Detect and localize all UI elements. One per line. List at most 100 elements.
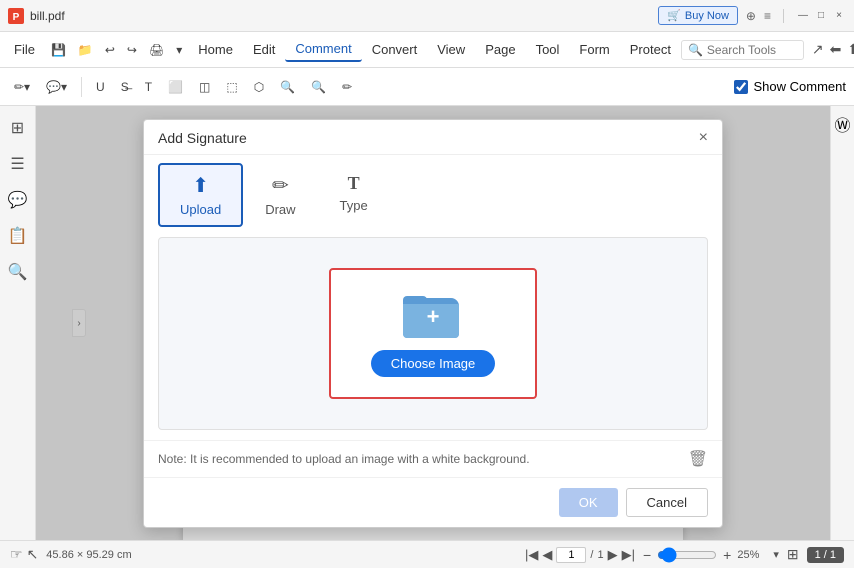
menu-protect[interactable]: Protect: [620, 38, 681, 61]
menu-tool[interactable]: Tool: [526, 38, 570, 61]
menu-convert[interactable]: Convert: [362, 38, 428, 61]
word-icon[interactable]: Ⓦ: [833, 114, 853, 134]
draw-tab-label: Draw: [265, 202, 295, 217]
menu-file[interactable]: File: [4, 38, 45, 61]
type-tab-icon: T: [348, 173, 360, 194]
toolbar-open[interactable]: 📁: [72, 40, 99, 60]
minimize-button[interactable]: —: [796, 9, 810, 23]
menu-comment[interactable]: Comment: [285, 37, 361, 62]
total-pages: 1: [597, 549, 603, 561]
shape-btn[interactable]: ⬚: [220, 77, 243, 97]
page-badge: 1 / 1: [807, 547, 844, 563]
dialog-title: Add Signature: [158, 130, 247, 146]
first-page-btn[interactable]: |◀: [525, 547, 538, 563]
show-comment-checkbox[interactable]: [734, 80, 748, 94]
choose-image-button[interactable]: Choose Image: [371, 350, 496, 377]
title-bar-actions: 🛒 Buy Now ⊕ ≡: [658, 6, 788, 25]
menu-home[interactable]: Home: [188, 38, 243, 61]
zoom-slider[interactable]: [657, 547, 717, 563]
cancel-button[interactable]: Cancel: [626, 488, 708, 517]
dialog-note: Note: It is recommended to upload an ima…: [144, 440, 722, 477]
search-input[interactable]: [707, 43, 797, 57]
separator1: [783, 9, 784, 23]
search-box[interactable]: 🔍: [681, 40, 804, 60]
draw-tab-icon: ✏: [272, 173, 289, 198]
menu-bar: File 💾 📁 ↩ ↪ 🖨 ▾ Home Edit Comment Conve…: [0, 32, 854, 68]
main-layout: ⊞ ☰ 💬 📋 🔍 › Wine Breather Carafe $59.95 …: [0, 106, 854, 540]
delete-icon[interactable]: 🗑: [688, 449, 708, 469]
cursor-arrow-icon[interactable]: ↖: [27, 546, 39, 563]
menu-view[interactable]: View: [427, 38, 475, 61]
window-controls[interactable]: — □ ×: [796, 9, 846, 23]
sidebar-right: Ⓦ: [830, 106, 854, 540]
sidebar-comments-icon[interactable]: 💬: [4, 186, 32, 214]
menu-right-icons: ↗ ⬅ ⬆: [812, 41, 854, 58]
ok-button[interactable]: OK: [559, 488, 618, 517]
highlighter-btn[interactable]: ✏▾: [8, 77, 36, 97]
last-page-btn[interactable]: ▶|: [622, 547, 635, 563]
folder-icon: +: [403, 290, 463, 338]
cursor-hand-icon[interactable]: ☞: [10, 546, 23, 563]
prev-page-btn[interactable]: ◀: [542, 547, 552, 563]
text-btn[interactable]: T: [139, 77, 158, 97]
zoom-controls: − + 25% ▾: [643, 547, 779, 563]
search2-btn[interactable]: 🔍: [305, 77, 332, 97]
zoom-dropdown-icon[interactable]: ▾: [773, 548, 779, 561]
sidebar-search-icon[interactable]: 🔍: [4, 258, 32, 286]
note-text: Note: It is recommended to upload an ima…: [158, 452, 530, 466]
pencil-btn[interactable]: ✏: [336, 77, 358, 97]
sidebar-bookmarks-icon[interactable]: ☰: [4, 150, 32, 178]
status-bar: ☞ ↖ 45.86 × 95.29 cm |◀ ◀ / 1 ▶ ▶| − + 2…: [0, 540, 854, 568]
close-button[interactable]: ×: [832, 9, 846, 23]
shape2-btn[interactable]: ⬡: [248, 77, 270, 97]
next-page-btn[interactable]: ▶: [608, 547, 618, 563]
dialog-close-button[interactable]: ×: [699, 130, 708, 146]
upload-tab-label: Upload: [180, 202, 221, 217]
dialog-header: Add Signature ×: [144, 120, 722, 155]
view-mode-button[interactable]: ⊞: [787, 546, 799, 563]
zoom-in-btn[interactable]: +: [723, 547, 731, 563]
search-icon: 🔍: [688, 43, 703, 57]
toolbar-print[interactable]: 🖨: [143, 40, 170, 60]
stamp-btn[interactable]: 🔍: [274, 77, 301, 97]
textbox-btn[interactable]: ⬜: [162, 77, 189, 97]
toolbar-redo[interactable]: ↪: [121, 40, 143, 60]
dimensions-display: 45.86 × 95.29 cm: [46, 549, 131, 561]
toolbar-save[interactable]: 💾: [45, 40, 72, 60]
content-area: › Wine Breather Carafe $59.95 KIVA DININ…: [36, 106, 830, 540]
comment-btn[interactable]: 💬▾: [40, 77, 73, 97]
folder-plus-icon: +: [427, 304, 440, 330]
toolbar-undo[interactable]: ↩: [99, 40, 121, 60]
underline-btn[interactable]: U: [90, 77, 111, 97]
callout-btn[interactable]: ◫: [193, 77, 216, 97]
upload-zone[interactable]: + Choose Image: [329, 268, 538, 399]
menu-edit[interactable]: Edit: [243, 38, 285, 61]
add-signature-dialog: Add Signature × ⬆ Upload ✏ Draw T T: [143, 119, 723, 528]
toolbar-more[interactable]: ▾: [170, 40, 188, 60]
tab-draw[interactable]: ✏ Draw: [243, 163, 317, 227]
sidebar-attachments-icon[interactable]: 📋: [4, 222, 32, 250]
strikethrough-btn[interactable]: S̶: [115, 77, 135, 97]
page-separator: /: [590, 549, 593, 561]
tab-type[interactable]: T Type: [318, 163, 390, 227]
buy-now-button[interactable]: 🛒 Buy Now: [658, 6, 738, 25]
zoom-value: 25%: [737, 549, 767, 561]
tab-upload[interactable]: ⬆ Upload: [158, 163, 243, 227]
title-bar: P bill.pdf 🛒 Buy Now ⊕ ≡ — □ ×: [0, 0, 854, 32]
icon2: ≡: [764, 9, 771, 23]
share-icon[interactable]: ↗: [812, 41, 824, 58]
sidebar-left: ⊞ ☰ 💬 📋 🔍: [0, 106, 36, 540]
back-icon[interactable]: ⬅: [830, 41, 842, 58]
show-comment-area: Show Comment: [734, 79, 846, 94]
dialog-footer: OK Cancel: [144, 477, 722, 527]
menu-form[interactable]: Form: [569, 38, 619, 61]
forward-icon[interactable]: ⬆: [847, 41, 854, 58]
comment-toolbar: ✏▾ 💬▾ U S̶ T ⬜ ◫ ⬚ ⬡ 🔍 🔍 ✏ Show Comment: [0, 68, 854, 106]
zoom-out-btn[interactable]: −: [643, 547, 651, 563]
sidebar-pages-icon[interactable]: ⊞: [4, 114, 32, 142]
page-number-input[interactable]: [556, 547, 586, 563]
type-tab-label: Type: [340, 198, 368, 213]
menu-page[interactable]: Page: [475, 38, 525, 61]
sep1: [81, 77, 82, 97]
maximize-button[interactable]: □: [814, 9, 828, 23]
